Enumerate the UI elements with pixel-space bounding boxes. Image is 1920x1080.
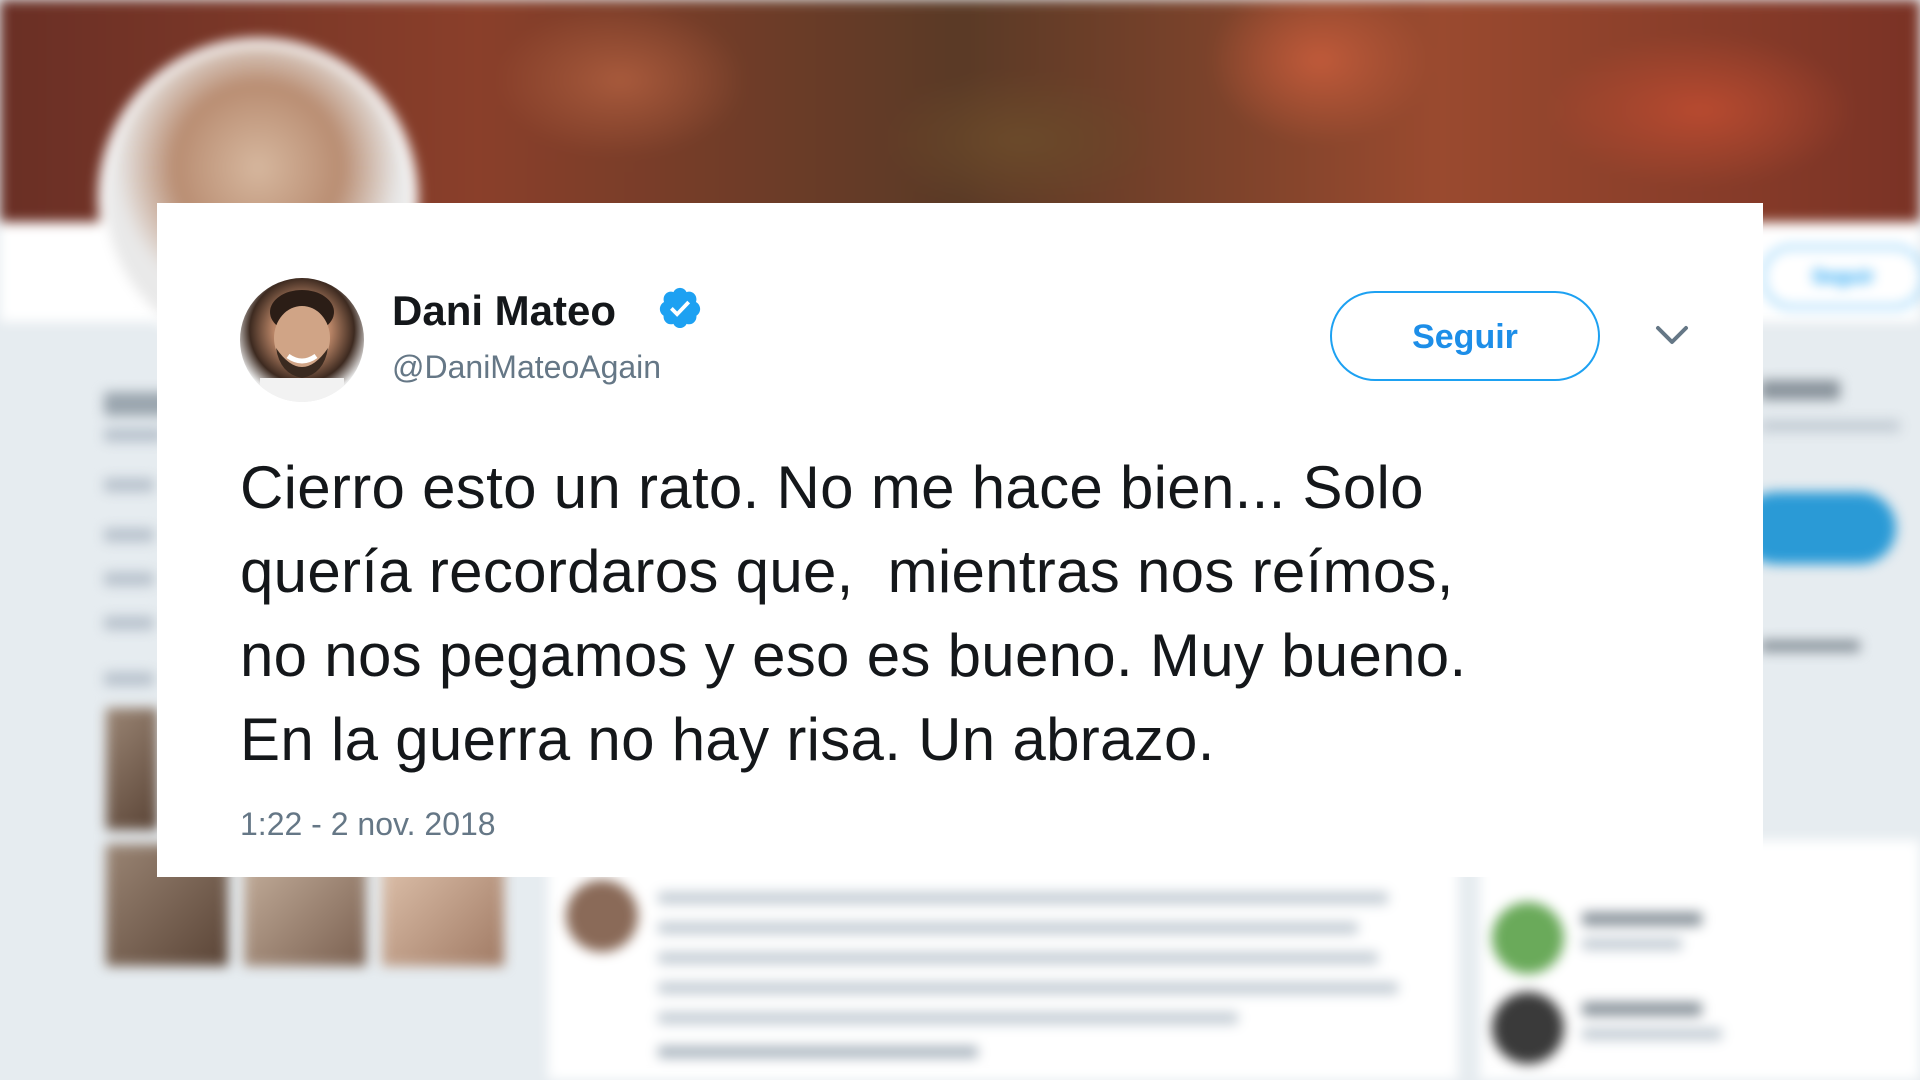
avatar-portrait-icon bbox=[260, 290, 344, 402]
follow-button[interactable]: Seguir bbox=[1330, 291, 1600, 381]
background-signup-panel bbox=[1760, 340, 1920, 652]
tweet-timestamp[interactable]: 1:22 - 2 nov. 2018 bbox=[240, 806, 496, 843]
chevron-down-icon[interactable] bbox=[1650, 316, 1694, 356]
tweet-text: Cierro esto un rato. No me hace bien... … bbox=[240, 454, 1467, 773]
media-thumbnail bbox=[106, 708, 158, 830]
author-avatar[interactable] bbox=[240, 278, 364, 402]
author-name[interactable]: Dani Mateo bbox=[392, 287, 616, 335]
author-handle[interactable]: @DaniMateoAgain bbox=[392, 349, 661, 386]
verified-badge-icon bbox=[659, 287, 701, 329]
tweet-card: Dani Mateo @DaniMateoAgain Seguir Cierro… bbox=[157, 203, 1763, 877]
background-follow-button: Seguir bbox=[1762, 246, 1920, 308]
background-signup-button bbox=[1740, 492, 1896, 564]
